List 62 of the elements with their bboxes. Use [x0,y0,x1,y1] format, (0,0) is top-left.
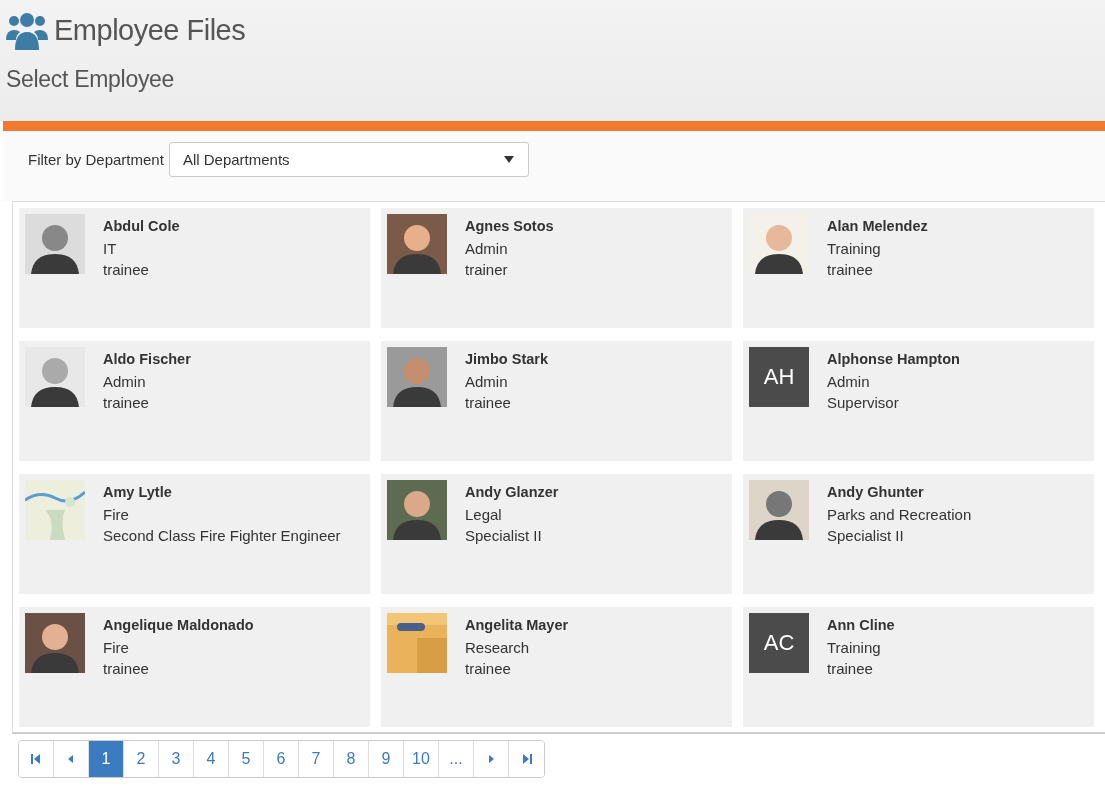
employee-card[interactable]: Amy Lytle Fire Second Class Fire Fighter Engineer [19,474,370,594]
employee-name[interactable]: Agnes Sotos [465,216,554,238]
page-button[interactable]: 1 [89,741,124,777]
employee-name[interactable]: Andy Ghunter [827,482,972,504]
last-page-icon [521,754,532,764]
employee-card[interactable]: Jimbo Stark Admin trainee [381,341,732,461]
employee-department: Legal [465,504,503,525]
users-icon [6,10,48,50]
employee-card[interactable]: Agnes Sotos Admin trainer [381,208,732,328]
previous-page-icon [66,754,76,764]
page-title: Employee Files [54,13,246,47]
employee-name[interactable]: Andy Glanzer [465,482,559,504]
employee-department: Training [827,238,882,259]
employee-role: trainee [827,260,874,280]
department-dropdown[interactable]: All Departments [168,142,529,177]
employee-card[interactable]: Alan Melendez Training trainee [743,208,1094,328]
employee-role: trainee [103,260,150,280]
employee-role: trainee [103,659,150,679]
employee-department: Admin [465,371,509,392]
employee-role: Second Class Fire Fighter Engineer [103,526,341,546]
employee-name[interactable]: Amy Lytle [103,482,341,504]
filter-label: Filter by Department [28,151,164,168]
employee-role: trainer [465,260,509,280]
employee-role: Specialist II [827,526,905,546]
employee-department: Fire [103,637,130,658]
employee-name[interactable]: Alphonse Hampton [827,349,960,371]
employee-name[interactable]: Alan Melendez [827,216,928,238]
employee-role: trainee [465,393,512,413]
first-page-button[interactable] [19,741,54,777]
employee-department: Admin [465,238,509,259]
employee-card[interactable]: Andy Ghunter Parks and Recreation Specialist II [743,474,1094,594]
employee-card[interactable]: Aldo Fischer Admin trainee [19,341,370,461]
employee-department: Research [465,637,531,658]
section-heading: Select Employee [6,66,176,93]
first-page-icon [31,754,41,764]
employee-department: Parks and Recreation [827,504,972,525]
employee-card[interactable]: Angelique Maldonado Fire trainee [19,607,370,727]
employee-name[interactable]: Jimbo Stark [465,349,548,371]
employee-name[interactable]: Angelita Mayer [465,615,569,637]
employee-name[interactable]: Abdul Cole [103,216,180,238]
employee-card[interactable]: Abdul Cole IT trainee [19,208,370,328]
initials-avatar: AC [749,613,809,673]
employee-department: Admin [103,371,147,392]
employee-role: trainee [103,393,150,413]
employee-name[interactable]: Angelique Maldonado [103,615,254,637]
employee-card[interactable]: AH Alphonse Hampton Admin Supervisor [743,341,1094,461]
employee-card[interactable]: Andy Glanzer Legal Specialist II [381,474,732,594]
employee-name[interactable]: Ann Cline [827,615,895,637]
initials-avatar: AH [749,347,809,407]
employee-department: IT [103,238,118,259]
employee-role: Supervisor [827,393,900,413]
next-page-icon [486,754,496,764]
employee-card[interactable]: Angelita Mayer Research trainee [381,607,732,727]
employee-department: Fire [103,504,130,525]
employee-department: Admin [827,371,871,392]
employee-name[interactable]: Aldo Fischer [103,349,191,371]
caret-icon [503,156,514,163]
employee-role: Specialist II [465,526,543,546]
employee-card[interactable]: AC Ann Cline Training trainee [743,607,1094,727]
employee-department: Training [827,637,882,658]
employee-role: trainee [827,659,874,679]
employee-role: trainee [465,659,512,679]
